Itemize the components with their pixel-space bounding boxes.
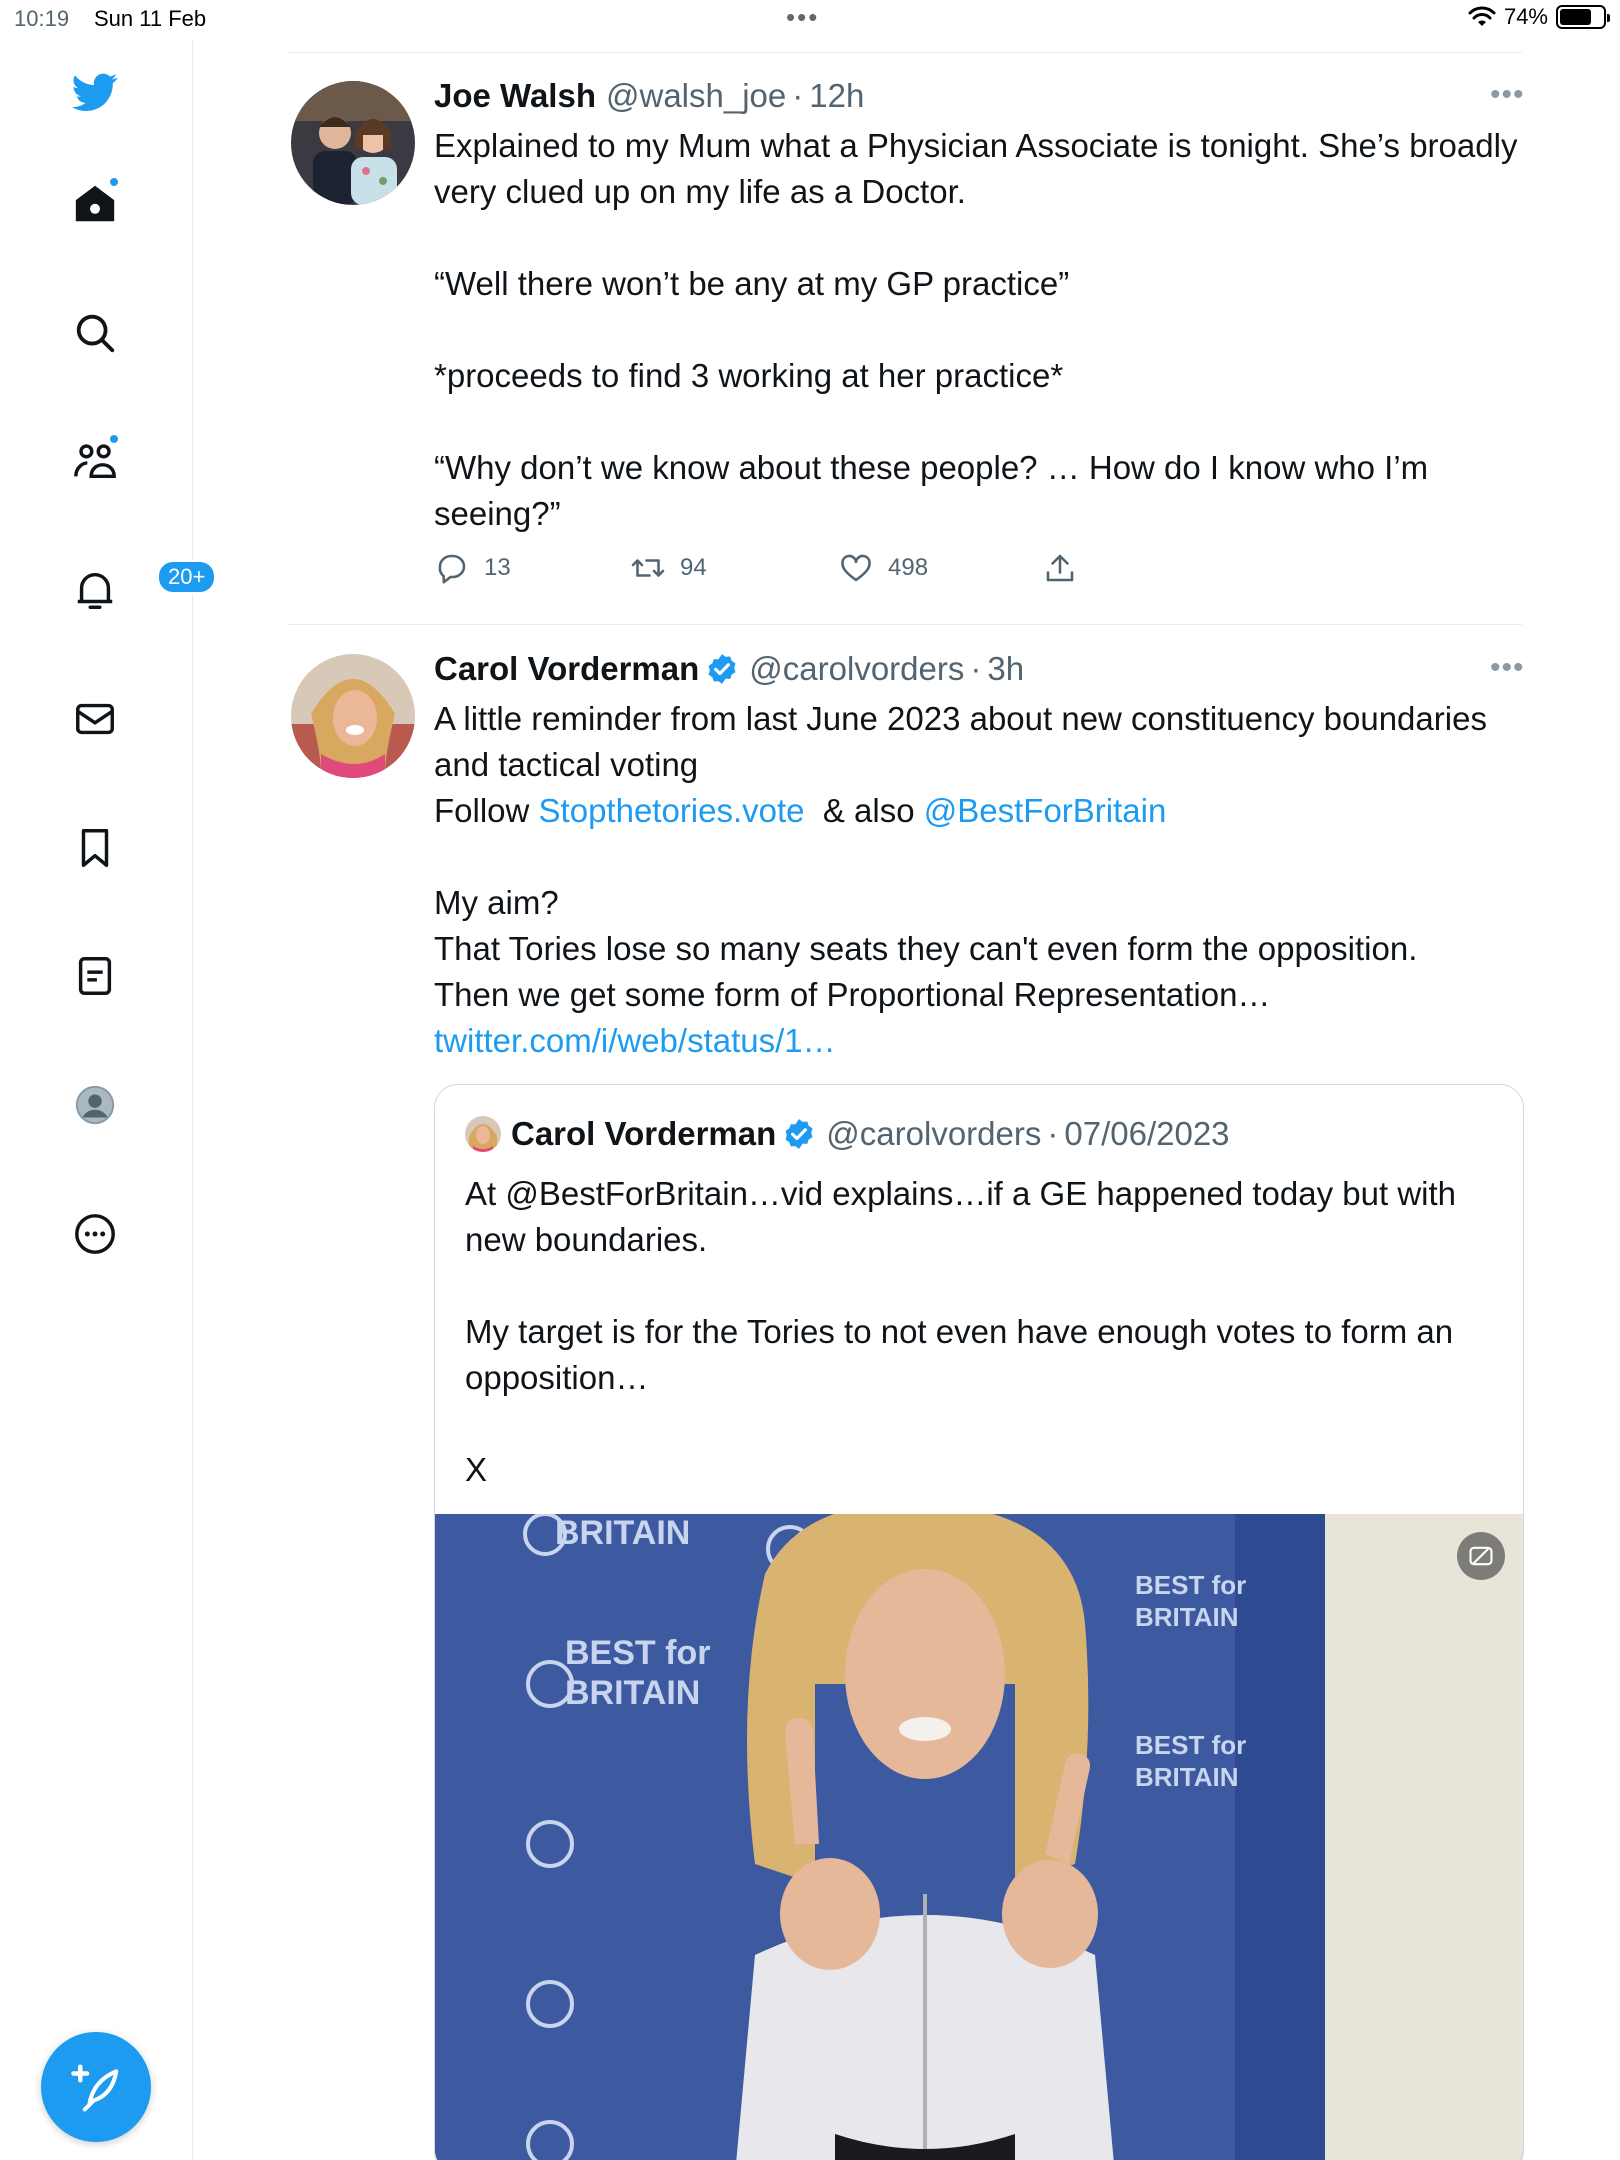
tweet-time[interactable]: 3h	[987, 650, 1024, 688]
quote-line: X	[465, 1451, 488, 1488]
reply-icon	[438, 554, 466, 584]
quote-line	[465, 1263, 1505, 1309]
follow-mid: & also	[804, 792, 924, 829]
retweet-count: 94	[680, 554, 707, 581]
pr-text: Then we get some form of Proportional Re…	[434, 976, 1271, 1013]
profile-icon[interactable]	[69, 1079, 121, 1131]
like-count: 498	[888, 554, 929, 581]
follow-prefix: Follow	[434, 792, 539, 829]
feed-top-divider	[288, 52, 1522, 53]
bestforbritain-mention[interactable]: @BestForBritain	[924, 792, 1167, 829]
battery-fill	[1560, 9, 1592, 25]
quote-author-handle: @carolvorders	[826, 1115, 1042, 1152]
like-button[interactable]: 498	[838, 550, 928, 586]
twitter-logo-icon[interactable]	[69, 66, 121, 118]
tweet-author-handle[interactable]: @carolvorders	[749, 650, 964, 688]
tweet-line: *proceeds to find 3 working at her pract…	[434, 357, 1064, 394]
banner-text: BRITAIN	[1135, 1762, 1239, 1792]
lists-icon[interactable]	[69, 950, 121, 1002]
status-time: 10:19	[14, 6, 70, 31]
tweet-line: That Tories lose so many seats they can'…	[434, 930, 1418, 967]
banner-text: BRITAIN	[555, 1514, 690, 1552]
more-icon[interactable]	[69, 1208, 121, 1260]
reply-button[interactable]: 13	[434, 550, 511, 586]
dot-separator: ·	[1047, 1115, 1059, 1152]
tweet-line: Follow Stopthetories.vote & also @BestFo…	[434, 788, 1524, 834]
sidebar: 20+	[0, 40, 217, 2160]
status-date: Sun 11 Feb	[94, 6, 207, 31]
tweet-time[interactable]: 12h	[809, 77, 864, 115]
heart-icon	[841, 554, 871, 582]
tweet-header: Joe Walsh @walsh_joe · 12h	[434, 77, 864, 115]
quote-line: My target is for the Tories to not even …	[465, 1313, 1454, 1396]
tweet-line: Then we get some form of Proportional Re…	[434, 972, 1524, 1064]
stopthetories-link[interactable]: Stopthetories.vote	[539, 792, 805, 829]
tweet-actions: 13 94 498	[434, 550, 1134, 596]
verified-badge-icon	[785, 1119, 813, 1149]
status-bar: 10:19 Sun 11 Feb ••• 74%	[0, 0, 1620, 40]
quote-video-media[interactable]: BRITAIN BEST for BRITAIN BEST for BRITAI…	[435, 1514, 1523, 2160]
video-settings-icon[interactable]	[1457, 1532, 1505, 1580]
quote-avatar	[465, 1116, 501, 1152]
avatar-joe-walsh[interactable]	[291, 81, 415, 205]
tweet-line	[434, 399, 1524, 445]
mail-icon[interactable]	[69, 693, 121, 745]
video-thumbnail: BRITAIN BEST for BRITAIN BEST for BRITAI…	[435, 1514, 1523, 2160]
communities-dot	[108, 433, 120, 445]
tweet-line: A little reminder from last June 2023 ab…	[434, 700, 1487, 783]
tweet-line	[434, 307, 1524, 353]
banner-text: BEST for	[1135, 1730, 1246, 1760]
tweet-line	[434, 215, 1524, 261]
share-button[interactable]	[1042, 550, 1078, 586]
tweet-more-icon[interactable]: •••	[1490, 78, 1525, 112]
tweet-text: Explained to my Mum what a Physician Ass…	[434, 123, 1524, 537]
compose-tweet-button[interactable]	[41, 2032, 151, 2142]
verified-badge-icon	[708, 654, 736, 684]
notifications-badge: 20+	[157, 560, 217, 594]
quoted-tweet[interactable]: Carol Vorderman @carolvorders · 07/06/20…	[434, 1084, 1524, 2160]
dot-separator: ·	[970, 650, 982, 687]
search-icon[interactable]	[69, 307, 121, 359]
quote-author-name: Carol Vorderman	[511, 1115, 777, 1152]
share-icon	[1046, 554, 1074, 582]
avatar-carol-vorderman[interactable]	[291, 654, 415, 778]
home-icon[interactable]	[69, 176, 121, 230]
status-link[interactable]: twitter.com/i/web/status/1…	[434, 1022, 836, 1059]
banner-text: BEST for	[565, 1634, 710, 1672]
home-dot	[108, 176, 120, 188]
tweet-line: “Why don’t we know about these people? ……	[434, 449, 1429, 532]
tweet-header: Carol Vorderman @carolvorders · 3h	[434, 650, 1024, 688]
quote-line: At @BestForBritain…vid explains…if a GE …	[465, 1175, 1456, 1258]
notifications-icon[interactable]: 20+	[69, 560, 217, 616]
banner-text: BRITAIN	[565, 1674, 700, 1712]
wifi-icon	[1468, 6, 1496, 26]
retweet-icon	[631, 559, 665, 577]
bookmark-icon[interactable]	[69, 822, 121, 874]
dot-separator: ·	[792, 77, 804, 114]
banner-text: BRITAIN	[1135, 1602, 1239, 1632]
communities-icon[interactable]	[69, 433, 121, 487]
tweet-more-icon[interactable]: •••	[1490, 651, 1525, 685]
retweet-button[interactable]: 94	[630, 550, 707, 586]
status-right: 74%	[1468, 4, 1610, 30]
tweet-author-name[interactable]: Carol Vorderman	[434, 650, 699, 688]
battery-icon	[1556, 5, 1610, 29]
quote-line	[465, 1401, 1505, 1447]
compose-feather-icon	[71, 2064, 119, 2112]
tweet-line: My aim?	[434, 884, 559, 921]
tweet-author-handle[interactable]: @walsh_joe	[606, 77, 786, 115]
multitasking-dots[interactable]: •••	[786, 2, 819, 33]
tweet-line: Explained to my Mum what a Physician Ass…	[434, 127, 1518, 210]
tweet-line: “Well there won’t be any at my GP practi…	[434, 265, 1070, 302]
tweet-text: A little reminder from last June 2023 ab…	[434, 696, 1524, 1064]
tweet-divider	[288, 624, 1522, 625]
battery-percent: 74%	[1503, 4, 1548, 29]
reply-count: 13	[484, 554, 511, 581]
tweet-author-name[interactable]: Joe Walsh	[434, 77, 596, 115]
quote-date: 07/06/2023	[1064, 1115, 1230, 1152]
banner-text: BEST for	[1135, 1570, 1246, 1600]
quote-header: Carol Vorderman @carolvorders · 07/06/20…	[465, 1115, 1230, 1153]
quote-text: At @BestForBritain…vid explains…if a GE …	[465, 1171, 1505, 1493]
tweet-blank-line	[434, 834, 1524, 880]
